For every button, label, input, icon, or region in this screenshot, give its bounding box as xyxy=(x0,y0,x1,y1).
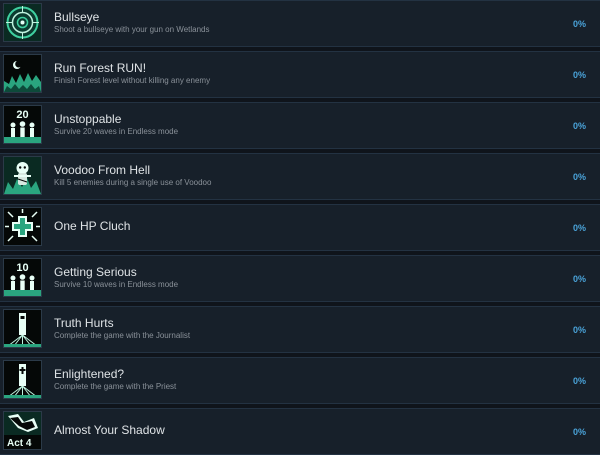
achievement-row[interactable]: 20 Unstoppable Survive 20 waves in Endle… xyxy=(0,102,600,149)
achievement-row[interactable]: 10 Getting Serious Survive 10 waves in E… xyxy=(0,255,600,302)
act-label: Act 4 xyxy=(7,438,32,449)
voodoo-icon xyxy=(3,156,42,195)
achievement-description: Survive 10 waves in Endless mode xyxy=(54,280,179,289)
unlock-percent: 0% xyxy=(572,376,586,386)
wave-count-label: 10 xyxy=(16,262,28,274)
achievement-row[interactable]: Run Forest RUN! Finish Forest level with… xyxy=(0,51,600,98)
target-icon xyxy=(3,3,42,42)
achievement-description: Complete the game with the Priest xyxy=(54,382,177,391)
achievement-title: Bullseye xyxy=(54,10,100,24)
achievement-list: Bullseye Shoot a bullseye with your gun … xyxy=(0,0,600,455)
achievement-title: Enlightened? xyxy=(54,367,125,381)
achievement-row[interactable]: One HP Cluch 0% xyxy=(0,204,600,251)
unlock-percent: 0% xyxy=(572,70,586,80)
journalist-icon xyxy=(3,309,42,348)
achievement-title: One HP Cluch xyxy=(54,219,131,233)
achievement-row[interactable]: Truth Hurts Complete the game with the J… xyxy=(0,306,600,353)
wave-count-label: 20 xyxy=(16,109,28,121)
forest-moon-icon xyxy=(3,54,42,93)
unlock-percent: 0% xyxy=(572,325,586,335)
achievement-description: Complete the game with the Journalist xyxy=(54,331,191,340)
unlock-percent: 0% xyxy=(572,172,586,182)
achievement-title: Almost Your Shadow xyxy=(54,423,165,437)
unlock-percent: 0% xyxy=(572,427,586,437)
achievement-description: Kill 5 enemies during a single use of Vo… xyxy=(54,178,212,187)
health-cross-icon xyxy=(3,207,42,246)
achievement-description: Shoot a bullseye with your gun on Wetlan… xyxy=(54,25,210,34)
achievement-title: Voodoo From Hell xyxy=(54,163,151,177)
unlock-percent: 0% xyxy=(572,19,586,29)
achievement-row[interactable]: Enlightened? Complete the game with the … xyxy=(0,357,600,404)
achievement-title: Run Forest RUN! xyxy=(54,61,147,75)
achievement-description: Survive 20 waves in Endless mode xyxy=(54,127,179,136)
priest-icon xyxy=(3,360,42,399)
achievement-title: Truth Hurts xyxy=(54,316,114,330)
achievement-description: Finish Forest level without killing any … xyxy=(54,76,211,85)
achievement-row[interactable]: Voodoo From Hell Kill 5 enemies during a… xyxy=(0,153,600,200)
unlock-percent: 0% xyxy=(572,223,586,233)
wave-10-icon: 10 xyxy=(3,258,42,297)
wave-20-icon: 20 xyxy=(3,105,42,144)
unlock-percent: 0% xyxy=(572,274,586,284)
unlock-percent: 0% xyxy=(572,121,586,131)
achievement-title: Getting Serious xyxy=(54,265,137,279)
achievement-row[interactable]: Bullseye Shoot a bullseye with your gun … xyxy=(0,0,600,47)
act-4-icon: Act 4 xyxy=(3,411,42,450)
achievement-title: Unstoppable xyxy=(54,112,122,126)
achievement-row[interactable]: Act 4 Almost Your Shadow 0% xyxy=(0,408,600,455)
